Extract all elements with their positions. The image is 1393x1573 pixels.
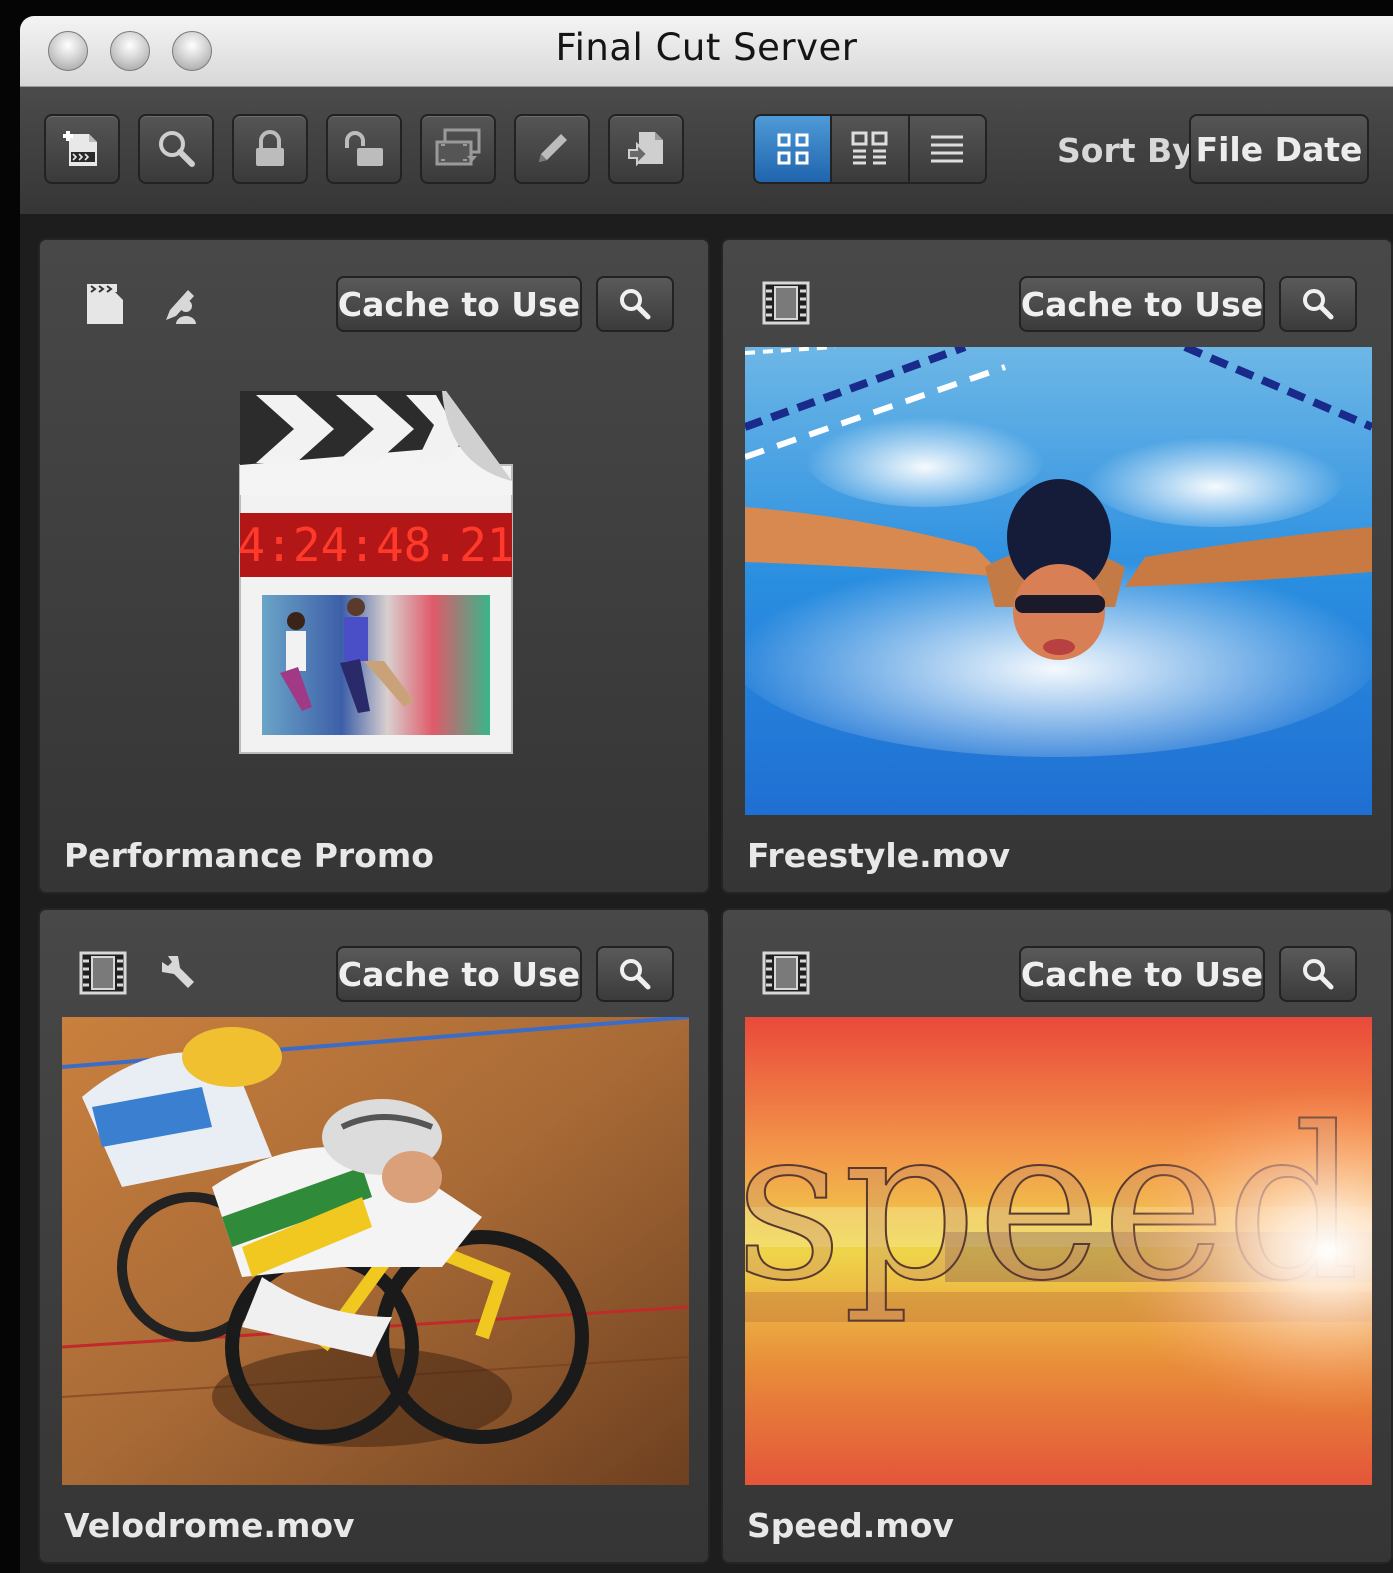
edit-button[interactable]: [514, 114, 590, 184]
sort-by-label: Sort By: [1057, 131, 1194, 170]
asset-search-button[interactable]: [596, 946, 674, 1002]
search-icon: [159, 131, 195, 167]
asset-name: Performance Promo: [64, 836, 434, 875]
title-bar: Final Cut Server: [20, 16, 1393, 87]
detail-thumbnail-view-button[interactable]: [832, 116, 910, 182]
download-button[interactable]: [608, 114, 684, 184]
film-strip-icon: [78, 948, 128, 998]
lock-button[interactable]: [232, 114, 308, 184]
asset-card[interactable]: Cache to Use: [721, 238, 1393, 894]
speed-thumbnail: speed: [745, 1017, 1372, 1485]
cache-to-use-button[interactable]: Cache to Use: [336, 946, 582, 1002]
asset-card[interactable]: Cache to Use: [721, 908, 1393, 1564]
thumbnail-view-icon: [777, 133, 809, 165]
media-transfer-icon: [435, 128, 481, 166]
detail-thumbnail-view-icon: [851, 131, 888, 165]
list-view-button[interactable]: [909, 116, 985, 182]
download-icon: [628, 132, 663, 167]
timecode-display: 4:24:48.21: [238, 518, 515, 572]
cache-to-use-button[interactable]: Cache to Use: [1019, 946, 1265, 1002]
search-icon: [620, 959, 651, 990]
annotation-icon: [154, 278, 204, 328]
add-asset-icon: [63, 131, 97, 166]
project-clapper-icon: [80, 278, 130, 328]
list-view-icon: [931, 135, 964, 163]
asset-name: Freestyle.mov: [747, 836, 1011, 875]
film-strip-icon: [761, 278, 811, 328]
asset-search-button[interactable]: [1279, 946, 1357, 1002]
app-window: Final Cut Server Sort By File Date Cache…: [20, 16, 1393, 1573]
lock-icon: [256, 130, 284, 166]
asset-name: Velodrome.mov: [64, 1506, 355, 1545]
view-mode-control: [753, 114, 987, 184]
search-icon: [1303, 959, 1334, 990]
asset-search-button[interactable]: [596, 276, 674, 332]
toolbar: Sort By File Date: [20, 87, 1393, 216]
asset-card[interactable]: Cache to Use: [38, 238, 710, 894]
asset-card[interactable]: Cache to Use: [38, 908, 710, 1564]
add-asset-button[interactable]: [44, 114, 120, 184]
cache-to-use-button[interactable]: Cache to Use: [1019, 276, 1265, 332]
project-thumbnail: 4:24:48.21: [236, 385, 516, 760]
cache-to-use-button[interactable]: Cache to Use: [336, 276, 582, 332]
asset-name: Speed.mov: [747, 1506, 954, 1545]
tool-icon: [154, 948, 204, 998]
search-button[interactable]: [138, 114, 214, 184]
sort-by-dropdown[interactable]: File Date: [1189, 114, 1369, 184]
film-strip-icon: [761, 948, 811, 998]
asset-search-button[interactable]: [1279, 276, 1357, 332]
asset-grid: Cache to Use 4:24:48.21 Performance Prom…: [20, 216, 1393, 1573]
swimmer-thumbnail: [745, 347, 1372, 815]
unlock-icon: [345, 131, 383, 166]
pencil-icon: [539, 134, 567, 162]
unlock-button[interactable]: [326, 114, 402, 184]
window-title: Final Cut Server: [555, 26, 858, 69]
cyclist-thumbnail: [62, 1017, 689, 1485]
media-transfer-button[interactable]: [420, 114, 496, 184]
search-icon: [1303, 289, 1334, 320]
thumbnail-view-button[interactable]: [755, 116, 833, 182]
search-icon: [620, 289, 651, 320]
